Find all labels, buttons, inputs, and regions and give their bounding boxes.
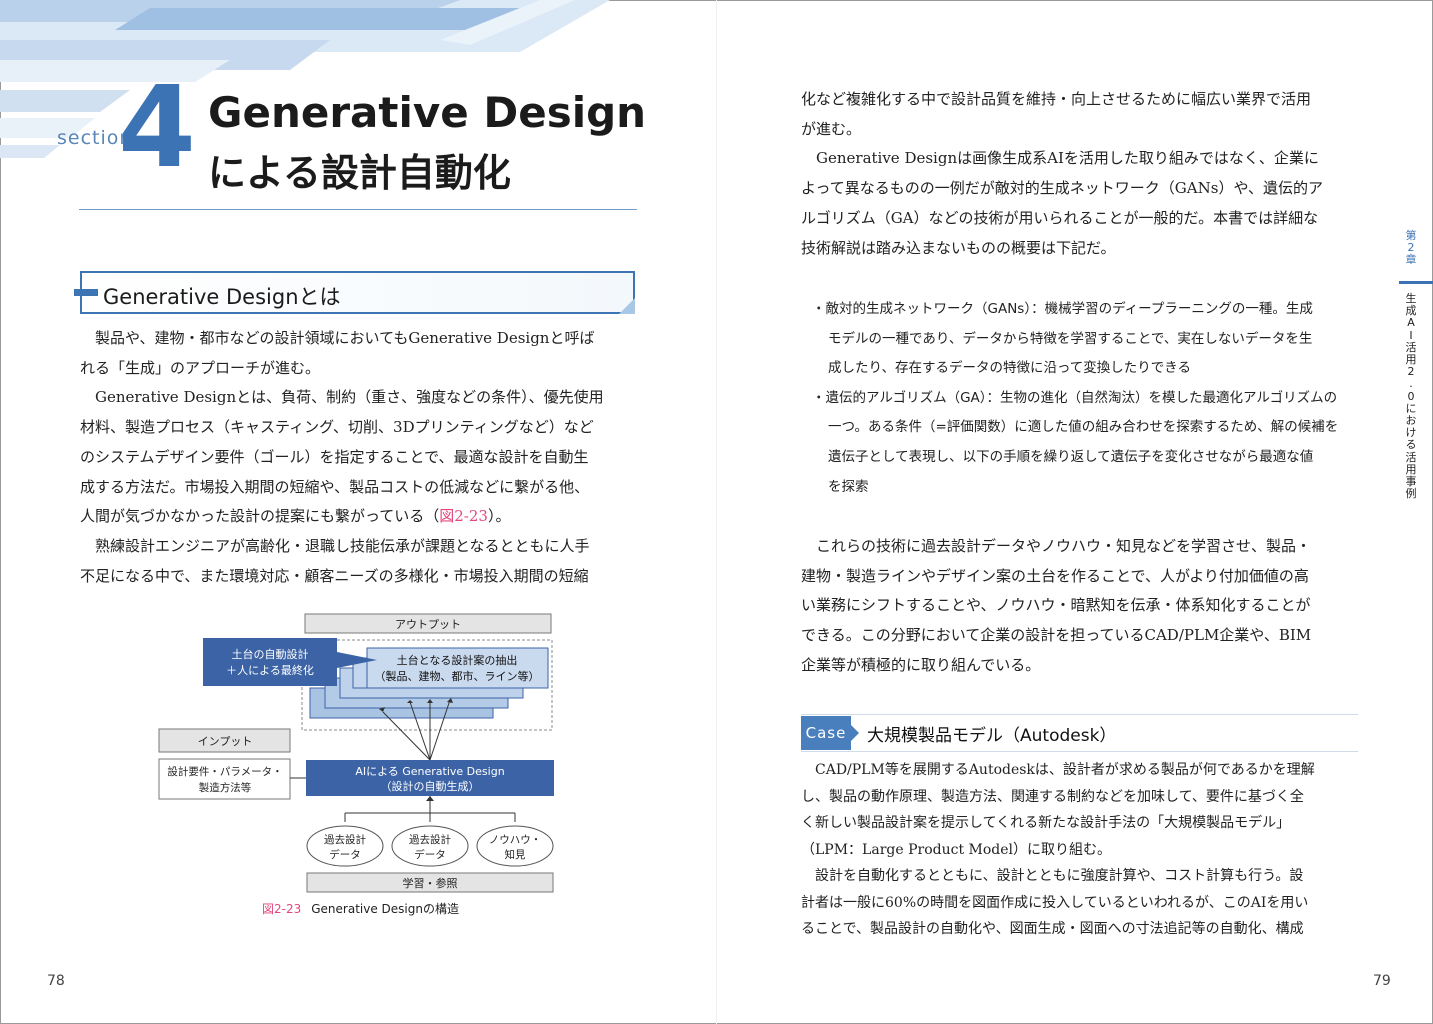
bullet-item: ・敵対的生成ネットワーク（GANs）：機械学習のディープラーニングの一種。生成 [812, 301, 1313, 317]
text-line: 設計を自動化するとともに、設計とともに強度計算や、コスト計算も行う。設 [801, 868, 1304, 884]
text-line: 化など複雑化する中で設計品質を維持・向上させるために幅広い業界で活用 [801, 90, 1312, 108]
subheading-title: Generative Designとは [103, 285, 341, 309]
past1-line2: データ [329, 848, 361, 861]
text-line: 熟練設計エンジニアが高齢化・退職し技能伝承が課題となるとともに人手 [80, 536, 590, 555]
bullet-list: ・敵対的生成ネットワーク（GANs）：機械学習のディープラーニングの一種。生成 … [812, 295, 1338, 502]
case-bottom-rule [801, 751, 1358, 752]
extract-line2: （製品、建物、都市、ライン等） [375, 669, 540, 683]
input-items-line2: 製造方法等 [199, 781, 252, 794]
text-line: 不足になる中で、また環境対応・顧客ニーズの多様化・市場投入期間の短縮 [80, 566, 589, 585]
right-body-text-top: 化など複雑化する中で設計品質を維持・向上させるために幅広い業界で活用 が進む。 … [801, 85, 1323, 263]
case-tag-arrow [851, 725, 859, 741]
past1-line1: 過去設計 [324, 833, 366, 846]
chapter-title-char: 例 [1405, 487, 1417, 501]
output-label: アウトプット [395, 618, 461, 631]
text-line: 材料、製造プロセス（キャスティング、切削、3Dプリンティングなど）など [80, 418, 594, 437]
text-line: 成する方法だ。市場投入期間の短縮や、製品コストの低減などに繋がる他、 [80, 477, 590, 496]
bullet-continuation: 遺伝子として表現し、以下の手順を繰り返して遺伝子を変化させながら最適な値 [828, 448, 1314, 465]
bullet-continuation: 成したり、存在するデータの特徴に沿って変換したりできる [828, 360, 1192, 377]
bullet-continuation: モデルの一種であり、データから特徴を学習することで、実在しないデータを生 [828, 330, 1313, 347]
figure-caption: 図2-23 Generative Designの構造 [262, 900, 459, 917]
left-body-text: 製品や、建物・都市などの設計領域においてもGenerative Designと呼… [80, 324, 604, 591]
ai-line2: （設計の自動生成） [381, 779, 480, 793]
text-line: 企業等が積極的に取り組んでいる。 [801, 655, 1041, 674]
figure-caption-text: Generative Designの構造 [311, 902, 459, 916]
text-line: よって異なるものの一例だが敵対的生成ネットワーク（GANs）や、遺伝的ア [801, 179, 1323, 198]
bullet-item: ・遺伝的アルゴリズム（GA）：生物の進化（自然淘汰）を模した最適化アルゴリズムの [812, 389, 1338, 406]
figure-caption-number: 図2-23 [262, 902, 302, 916]
case-tag: Case [801, 716, 851, 750]
text-line: い業務にシフトすることや、ノウハウ・暗黙知を伝承・体系知化することが [801, 596, 1311, 615]
auto-line1: 土台の自動設計 [232, 647, 309, 661]
bullet-continuation: を探索 [828, 478, 869, 495]
page-number-left: 78 [47, 973, 65, 989]
right-body-text-mid: これらの技術に過去設計データやノウハウ・知見などを学習させ、製品・ 建物・製造ラ… [801, 532, 1311, 681]
page-title-line2: による設計自動化 [208, 151, 511, 195]
page-title-line1: Generative Design [208, 88, 647, 137]
text-line: ルゴリズム（GA）などの技術が用いられることが一般的だ。本書では詳細な [801, 208, 1319, 227]
know-line1: ノウハウ・ [489, 834, 542, 846]
text-line: CAD/PLM等を展開するAutodeskは、設計者が求める製品が何であるかを理… [801, 762, 1315, 778]
subheading-marker [74, 289, 98, 296]
title-rule [79, 209, 637, 210]
text-line: 製品や、建物・都市などの設計領域においてもGenerative Designと呼… [80, 329, 595, 347]
text-fragment: 人間が気づかなかった設計の提案にも繋がっている（ [80, 507, 440, 526]
auto-line2: ＋人による最終化 [226, 663, 314, 677]
chapter-title-char: A [1407, 316, 1415, 330]
data-arrowhead [426, 796, 434, 801]
text-line: これらの技術に過去設計データやノウハウ・知見などを学習させ、製品・ [801, 537, 1312, 555]
chapter-tab[interactable]: 第 2 章 [1399, 230, 1423, 266]
figure-reference-link[interactable]: 図2-23 [439, 507, 488, 525]
chapter-title-char: . [1409, 377, 1413, 391]
learn-label: 学習・参照 [403, 876, 458, 890]
generative-design-diagram: アウトプット 土台となる設計案の抽出 （製品、建物、都市、ライン等） 土台の自動… [158, 613, 554, 893]
text-line: 計者は一般に60%の時間を図面作成に投入しているといわれるが、このAIを用い [801, 894, 1309, 911]
subheading-corner-fold [619, 298, 635, 314]
right-body-text-case: CAD/PLM等を展開するAutodeskは、設計者が求める製品が何であるかを理… [801, 757, 1315, 943]
text-line: れる「生成」のアプローチが進む。 [80, 358, 321, 377]
text-line: Generative Designは画像生成系AIを活用した取り組みではなく、企… [801, 149, 1319, 168]
text-line: ることで、製品設計の自動化や、図面生成・図面への寸法追記等の自動化、構成 [801, 921, 1304, 937]
chapter-char: 章 [1405, 253, 1417, 266]
input-items-line1: 設計要件・パラメータ・ [167, 765, 282, 778]
chapter-number: 第 2 章 [1399, 230, 1423, 266]
know-line2: 知見 [505, 848, 526, 861]
page-number-right: 79 [1373, 973, 1391, 989]
chapter-title-char: る [1405, 438, 1417, 452]
text-line: し、製品の動作原理、製造方法、関連する制約などを加味して、要件に基づく全 [801, 788, 1304, 805]
text-line: Generative Designとは、負荷、制約（重さ、強度などの条件）、優先… [80, 388, 604, 407]
past2-line1: 過去設計 [409, 833, 451, 846]
text-line: が進む。 [801, 119, 862, 138]
chapter-title-char: I [1409, 328, 1413, 342]
past2-line2: データ [414, 848, 446, 861]
text-line-with-ref: 人間が気づかなかった設計の提案にも繋がっている（図2-23）。 [80, 502, 604, 532]
case-top-rule [801, 714, 1358, 715]
text-line: のシステムデザイン要件（ゴール）を指定することで、最適な設計を自動生 [80, 447, 589, 466]
text-line: 建物・製造ラインやデザイン案の土台を作ることで、人がより付加価値の高 [801, 566, 1309, 585]
chapter-title-char: 0 [1407, 389, 1415, 403]
text-line: できる。この分野において企業の設計を担っているCAD/PLM企業や、BIM [801, 626, 1312, 645]
input-label: インプット [198, 735, 253, 748]
chapter-tab-bar [1399, 281, 1433, 284]
section-number: 4 [118, 63, 196, 193]
chapter-title-char: 活 [1405, 450, 1417, 464]
text-line: （LPM：Large Product Model）に取り組む。 [801, 841, 1112, 858]
ai-line1: AIによる Generative Design [355, 765, 504, 778]
text-line: く新しい製品設計案を提示してくれる新たな設計手法の「大規模製品モデル」 [801, 815, 1291, 831]
case-title: 大規模製品モデル（Autodesk） [867, 726, 1117, 746]
text-fragment: ）。 [487, 507, 511, 526]
gutter [716, 0, 717, 1024]
chapter-title-vertical: 生 成 A I 活 用 2 . 0 に お け る 活 用 事 例 [1403, 292, 1419, 501]
bullet-continuation: 一つ。ある条件（=評価関数）に適した値の組み合わせを探索するため、解の候補を [828, 419, 1339, 436]
extract-line1: 土台となる設計案の抽出 [397, 653, 518, 667]
auto-design-box [203, 638, 337, 686]
text-line: 技術解説は踏み込まないものの概要は下記だ。 [801, 238, 1116, 257]
